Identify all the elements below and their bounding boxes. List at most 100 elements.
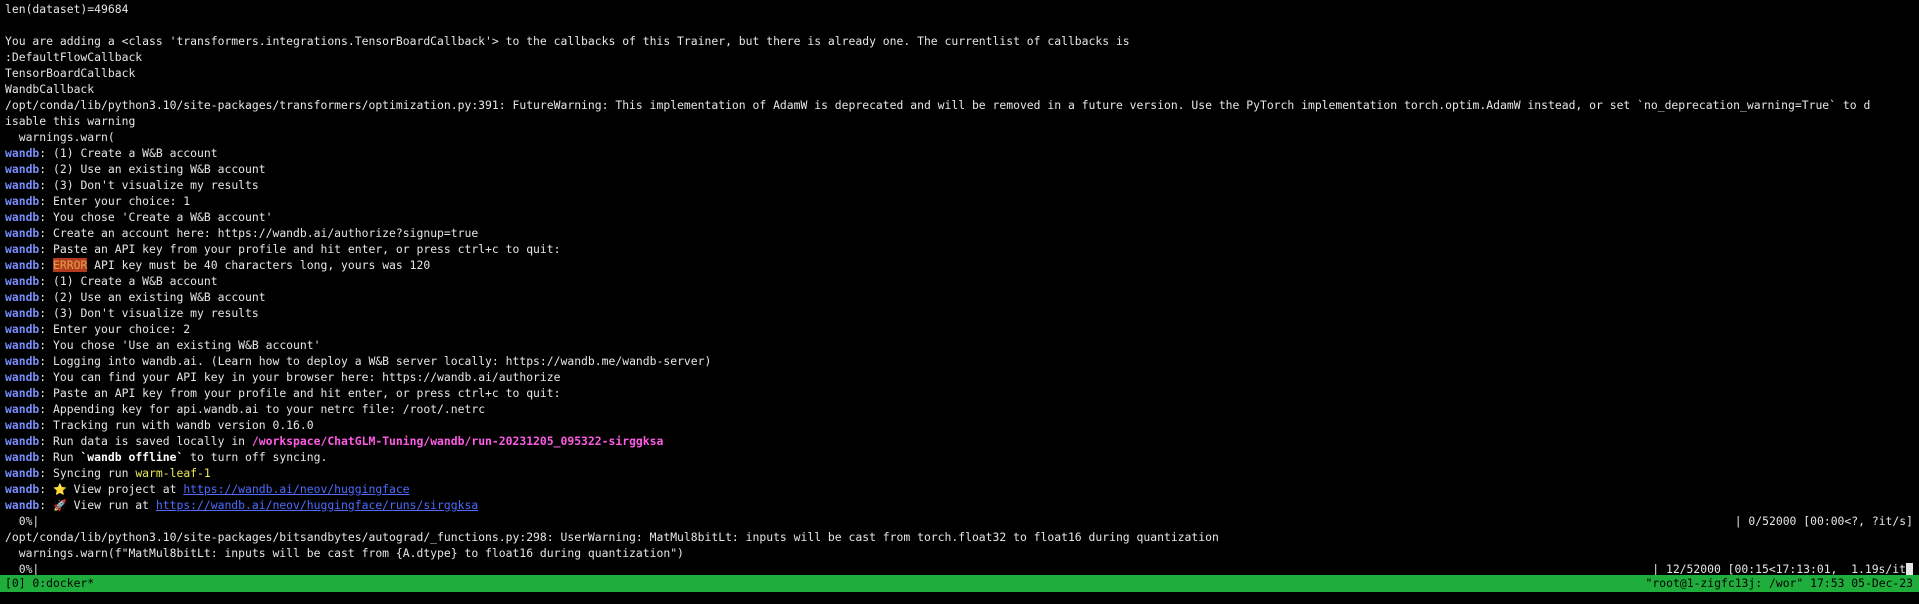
output-line: /opt/conda/lib/python3.10/site-packages/… (5, 530, 1219, 544)
offline-command: `wandb offline` (80, 450, 184, 464)
wandb-prefix: wandb (5, 498, 40, 512)
progress-percent: 0%| (5, 514, 40, 528)
run-link[interactable]: https://wandb.ai/neov/huggingface/runs/s… (156, 498, 478, 512)
output-line: isable this warning (5, 114, 136, 128)
wandb-message: : (1) Create a W&B account (39, 146, 218, 160)
wandb-prefix: wandb (5, 482, 40, 496)
output-line: warnings.warn( (5, 130, 115, 144)
terminal-window[interactable]: len(dataset)=49684 You are adding a <cla… (0, 0, 1919, 604)
wandb-prefix: wandb (5, 354, 40, 368)
wandb-line: wandb: (2) Use an existing W&B account (5, 289, 1913, 305)
wandb-line: wandb: Paste an API key from your profil… (5, 385, 1913, 401)
wandb-prefix: wandb (5, 178, 40, 192)
wandb-line: wandb: Run data is saved locally in /wor… (5, 433, 1913, 449)
wandb-message: : Create an account here: https://wandb.… (39, 226, 479, 240)
rocket-icon: 🚀 (53, 499, 67, 512)
wandb-separator: : (39, 498, 54, 512)
wandb-prefix: wandb (5, 258, 40, 272)
output-line: len(dataset)=49684 (5, 2, 129, 16)
wandb-line: wandb: Create an account here: https://w… (5, 225, 1913, 241)
wandb-prefix: wandb (5, 370, 40, 384)
wandb-line: wandb: Paste an API key from your profil… (5, 241, 1913, 257)
wandb-message: API key must be 40 characters long, your… (87, 258, 431, 272)
wandb-prefix: wandb (5, 450, 40, 464)
wandb-prefix: wandb (5, 322, 40, 336)
wandb-message: : (2) Use an existing W&B account (39, 290, 266, 304)
wandb-prefix: wandb (5, 338, 40, 352)
wandb-message: View project at (66, 482, 184, 496)
progress-bar-line: 0%| | 0/52000 [00:00<?, ?it/s] (5, 513, 1913, 529)
wandb-message: : Run (39, 450, 81, 464)
progress-stats: | 12/52000 [00:15<17:13:01, 1.19s/it (1652, 562, 1906, 576)
project-link[interactable]: https://wandb.ai/neov/huggingface (183, 482, 409, 496)
wandb-prefix: wandb (5, 386, 40, 400)
run-name: warm-leaf-1 (135, 466, 211, 480)
wandb-message: : Appending key for api.wandb.ai to your… (39, 402, 486, 416)
wandb-message: View run at (66, 498, 156, 512)
wandb-message: : (1) Create a W&B account (39, 274, 218, 288)
wandb-line: wandb: ⭐️ View project at https://wandb.… (5, 481, 1913, 497)
wandb-message: : Paste an API key from your profile and… (39, 386, 561, 400)
wandb-prefix: wandb (5, 466, 40, 480)
wandb-message: : Run data is saved locally in (39, 434, 252, 448)
wandb-prefix: wandb (5, 162, 40, 176)
wandb-prefix: wandb (5, 226, 40, 240)
wandb-line: wandb: Appending key for api.wandb.ai to… (5, 401, 1913, 417)
wandb-line: wandb: 🚀 View run at https://wandb.ai/ne… (5, 497, 1913, 513)
wandb-prefix: wandb (5, 306, 40, 320)
wandb-line: wandb: You can find your API key in your… (5, 369, 1913, 385)
wandb-prefix: wandb (5, 402, 40, 416)
wandb-message: : You chose 'Create a W&B account' (39, 210, 273, 224)
wandb-message: : Syncing run (39, 466, 136, 480)
wandb-message: : Tracking run with wandb version 0.16.0 (39, 418, 314, 432)
wandb-line: wandb: Run `wandb offline` to turn off s… (5, 449, 1913, 465)
tmux-status-bar: [0] 0:docker* "root@1-zigfc13j: /wor" 17… (0, 575, 1919, 592)
wandb-message: : (3) Don't visualize my results (39, 178, 259, 192)
wandb-line: wandb: Syncing run warm-leaf-1 (5, 465, 1913, 481)
wandb-prefix: wandb (5, 418, 40, 432)
wandb-line: wandb: (2) Use an existing W&B account (5, 161, 1913, 177)
terminal-output: len(dataset)=49684 You are adding a <cla… (5, 1, 1913, 577)
star-icon: ⭐️ (53, 483, 67, 496)
error-badge: ERROR (53, 258, 88, 272)
wandb-separator: : (39, 258, 54, 272)
wandb-message: : Paste an API key from your profile and… (39, 242, 561, 256)
tmux-window-list[interactable]: [0] 0:docker* (0, 575, 94, 592)
wandb-message: : Enter your choice: 2 (39, 322, 191, 336)
wandb-line: wandb: (1) Create a W&B account (5, 273, 1913, 289)
wandb-message: : (2) Use an existing W&B account (39, 162, 266, 176)
wandb-message: : Logging into wandb.ai. (Learn how to d… (39, 354, 712, 368)
wandb-separator: : (39, 482, 54, 496)
wandb-prefix: wandb (5, 434, 40, 448)
run-directory-path: /workspace/ChatGLM-Tuning/wandb/run-2023… (251, 434, 664, 448)
output-line: WandbCallback (5, 82, 95, 96)
tmux-status-right: "root@1-zigfc13j: /wor" 17:53 05-Dec-23 (1645, 576, 1913, 590)
progress-stats: | 0/52000 [00:00<?, ?it/s] (1734, 514, 1913, 528)
wandb-line: wandb: Tracking run with wandb version 0… (5, 417, 1913, 433)
output-line: You are adding a <class 'transformers.in… (5, 34, 1130, 48)
wandb-line: wandb: Logging into wandb.ai. (Learn how… (5, 353, 1913, 369)
wandb-prefix: wandb (5, 274, 40, 288)
wandb-message: : You can find your API key in your brow… (39, 370, 561, 384)
wandb-line: wandb: (1) Create a W&B account (5, 145, 1913, 161)
output-line: TensorBoardCallback (5, 66, 136, 80)
wandb-prefix: wandb (5, 146, 40, 160)
wandb-line: wandb: You chose 'Use an existing W&B ac… (5, 337, 1913, 353)
output-line: :DefaultFlowCallback (5, 50, 143, 64)
wandb-prefix: wandb (5, 242, 40, 256)
wandb-prefix: wandb (5, 290, 40, 304)
wandb-prefix: wandb (5, 210, 40, 224)
wandb-message: : (3) Don't visualize my results (39, 306, 259, 320)
output-line: warnings.warn(f"MatMul8bitLt: inputs wil… (5, 546, 684, 560)
wandb-error-line: wandb: ERROR API key must be 40 characte… (5, 257, 1913, 273)
output-line: /opt/conda/lib/python3.10/site-packages/… (5, 98, 1871, 112)
wandb-line: wandb: Enter your choice: 1 (5, 193, 1913, 209)
wandb-line: wandb: Enter your choice: 2 (5, 321, 1913, 337)
wandb-message: : Enter your choice: 1 (39, 194, 191, 208)
wandb-line: wandb: (3) Don't visualize my results (5, 177, 1913, 193)
wandb-line: wandb: (3) Don't visualize my results (5, 305, 1913, 321)
wandb-line: wandb: You chose 'Create a W&B account' (5, 209, 1913, 225)
wandb-message: : You chose 'Use an existing W&B account… (39, 338, 321, 352)
wandb-prefix: wandb (5, 194, 40, 208)
